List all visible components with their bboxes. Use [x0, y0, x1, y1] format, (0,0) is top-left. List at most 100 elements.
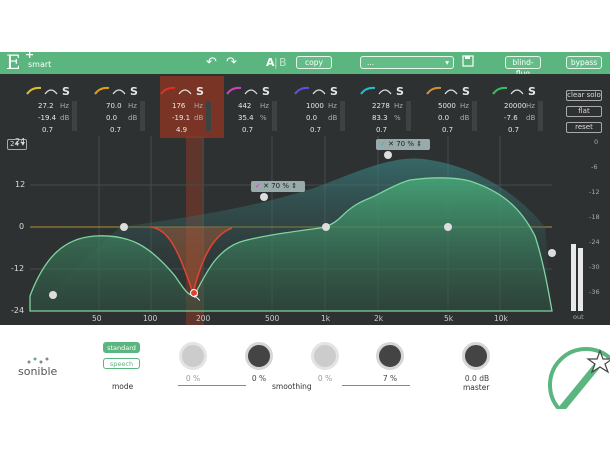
ab-b-button[interactable]: B — [279, 54, 287, 72]
smart-filter-button[interactable] — [546, 345, 610, 409]
band-node-6[interactable] — [384, 151, 392, 159]
master-knob[interactable] — [462, 342, 490, 370]
band-6[interactable]: S 2278 Hz 83.3% 0.7 — [360, 76, 424, 138]
band-q[interactable]: 0.7 — [110, 126, 121, 134]
eq-graph[interactable]: 24 ▾ 24 12 0 -12 -24 0 -6 -12 -18 -24 -3… — [0, 136, 610, 325]
band-shape-icon[interactable] — [26, 86, 42, 96]
band-gain[interactable]: 0.0 — [438, 114, 449, 122]
filter-type-icon[interactable] — [112, 86, 126, 96]
band-freq[interactable]: 442 — [238, 102, 251, 110]
band-node-2[interactable] — [120, 223, 128, 231]
band-node-8[interactable] — [548, 249, 556, 257]
band-gain[interactable]: -19.4 — [38, 114, 56, 122]
band-gain[interactable]: 83.3 — [372, 114, 388, 122]
band-5[interactable]: S 1000 Hz 0.0 dB 0.7 — [294, 76, 358, 138]
blind-flug-button[interactable]: blind-flug — [505, 56, 541, 78]
close-icon[interactable]: ✕ — [388, 140, 394, 148]
solo-button[interactable]: S — [196, 85, 204, 98]
band-node-5[interactable] — [322, 223, 330, 231]
smoothing-knob-2[interactable] — [245, 342, 273, 370]
band-meter — [72, 101, 77, 131]
band-shape-icon[interactable] — [492, 86, 508, 96]
filter-type-icon[interactable] — [244, 86, 258, 96]
band-popup-4[interactable]: ✓ ✕ 70 % ⇕ — [251, 181, 305, 192]
filter-type-icon[interactable] — [312, 86, 326, 96]
filter-type-icon[interactable] — [378, 86, 392, 96]
chevron-icon[interactable]: ⇕ — [289, 182, 297, 190]
band-gain[interactable]: 0.0 — [106, 114, 117, 122]
solo-button[interactable]: S — [130, 85, 138, 98]
band-shape-icon[interactable] — [94, 86, 110, 96]
band-q[interactable]: 0.7 — [442, 126, 453, 134]
filter-type-icon[interactable] — [178, 86, 192, 96]
toggle-icon[interactable]: ✓ — [380, 140, 386, 148]
band-q[interactable]: 0.7 — [310, 126, 321, 134]
band-gain-unit: dB — [328, 114, 338, 122]
undo-icon[interactable]: ↶ — [206, 54, 217, 72]
filter-type-icon[interactable] — [444, 86, 458, 96]
solo-button[interactable]: S — [396, 85, 404, 98]
toggle-icon[interactable]: ✓ — [255, 182, 261, 190]
band-freq[interactable]: 1000 — [306, 102, 324, 110]
bypass-button[interactable]: bypass — [566, 56, 602, 69]
band-node-4[interactable] — [260, 193, 268, 201]
band-freq-unit: Hz — [260, 102, 269, 110]
band-node-1[interactable] — [49, 291, 57, 299]
band-shape-icon[interactable] — [226, 86, 242, 96]
band-q[interactable]: 0.7 — [42, 126, 53, 134]
x-label: 2k — [374, 314, 384, 323]
band-meter — [340, 101, 345, 131]
band-4[interactable]: S 442 Hz 35.4% 0.7 — [226, 76, 290, 138]
solo-button[interactable]: S — [528, 85, 536, 98]
smoothing-knob-1[interactable] — [179, 342, 207, 370]
band-2[interactable]: S 70.0 Hz 0.0 dB 0.7 — [94, 76, 158, 138]
clear-solo-button[interactable]: clear solo — [566, 90, 602, 101]
close-icon[interactable]: ✕ — [263, 182, 269, 190]
band-shape-icon[interactable] — [426, 86, 442, 96]
band-freq[interactable]: 20000 — [504, 102, 526, 110]
flat-button[interactable]: flat — [566, 106, 602, 117]
preset-select[interactable]: ... ▾ — [360, 56, 454, 69]
band-freq[interactable]: 5000 — [438, 102, 456, 110]
band-freq[interactable]: 70.0 — [106, 102, 122, 110]
mode-speech-button[interactable]: speech — [103, 358, 140, 369]
solo-button[interactable]: S — [62, 85, 70, 98]
band-q[interactable]: 0.7 — [508, 126, 519, 134]
band-gain[interactable]: -7.6 — [504, 114, 518, 122]
band-gain[interactable]: 35.4 — [238, 114, 254, 122]
filter-type-icon[interactable] — [44, 86, 58, 96]
band-q[interactable]: 4.9 — [176, 126, 187, 134]
x-label: 500 — [265, 314, 280, 323]
chevron-icon[interactable]: ⇕ — [414, 140, 422, 148]
band-node-7[interactable] — [444, 223, 452, 231]
redo-icon[interactable]: ↷ — [226, 54, 237, 72]
band-q[interactable]: 0.7 — [242, 126, 253, 134]
band-3[interactable]: S 176 Hz -19.1 dB 4.9 — [160, 76, 224, 138]
smoothing-knob-3[interactable] — [311, 342, 339, 370]
band-freq[interactable]: 2278 — [372, 102, 390, 110]
band-gain[interactable]: 0.0 — [306, 114, 317, 122]
solo-button[interactable]: S — [462, 85, 470, 98]
save-icon[interactable] — [462, 55, 474, 73]
band-shape-icon[interactable] — [160, 86, 176, 96]
meter-label: -30 — [589, 263, 600, 271]
reset-button[interactable]: reset — [566, 122, 602, 133]
solo-button[interactable]: S — [262, 85, 270, 98]
band-meter — [206, 101, 211, 131]
solo-button[interactable]: S — [330, 85, 338, 98]
copy-button[interactable]: copy — [296, 56, 332, 69]
mode-standard-button[interactable]: standard — [103, 342, 140, 353]
band-popup-6[interactable]: ✓ ✕ 70 % ⇕ — [376, 139, 430, 150]
band-gain[interactable]: -19.1 — [172, 114, 190, 122]
band-1[interactable]: S 27.2 Hz -19.4 dB 0.7 — [26, 76, 90, 138]
filter-type-icon[interactable] — [510, 86, 524, 96]
band-shape-icon[interactable] — [360, 86, 376, 96]
header-bar: E + smart ↶ ↷ A | B copy ... ▾ blind-flu… — [0, 48, 610, 78]
band-shape-icon[interactable] — [294, 86, 310, 96]
band-freq[interactable]: 176 — [172, 102, 185, 110]
band-8[interactable]: S 20000 Hz -7.6 dB 0.7 — [492, 76, 556, 138]
band-q[interactable]: 0.7 — [376, 126, 387, 134]
band-freq[interactable]: 27.2 — [38, 102, 54, 110]
smoothing-knob-4[interactable] — [376, 342, 404, 370]
band-7[interactable]: S 5000 Hz 0.0 dB 0.7 — [426, 76, 490, 138]
